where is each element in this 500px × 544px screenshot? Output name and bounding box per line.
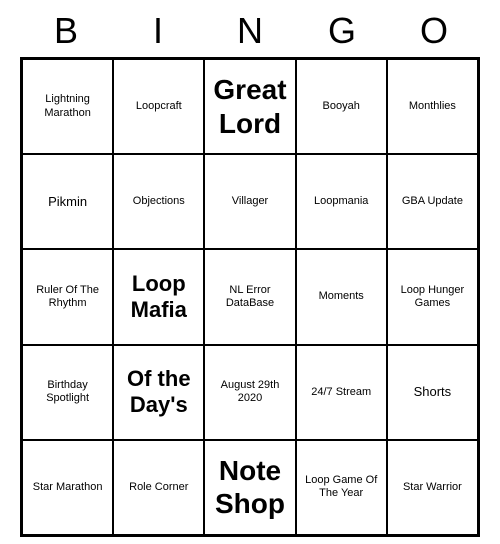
bingo-cell-7: Villager bbox=[204, 154, 295, 249]
bingo-cell-0: Lightning Marathon bbox=[22, 59, 113, 154]
cell-text-23: Loop Game Of The Year bbox=[301, 474, 382, 500]
bingo-letter-g: G bbox=[302, 10, 382, 52]
cell-text-24: Star Warrior bbox=[403, 481, 462, 494]
bingo-grid: Lightning Marathon Loopcraft Great Lord Boo… bbox=[20, 57, 480, 537]
cell-text-5: Pikmin bbox=[48, 194, 87, 210]
bingo-cell-9: GBA Update bbox=[387, 154, 478, 249]
bingo-cell-15: Birthday Spotlight bbox=[22, 345, 113, 440]
bingo-cell-20: Star Marathon bbox=[22, 440, 113, 535]
bingo-cell-18: 24/7 Stream bbox=[296, 345, 387, 440]
bingo-cell-14: Loop Hunger Games bbox=[387, 249, 478, 344]
cell-text-7: Villager bbox=[232, 195, 269, 208]
bingo-letter-o: O bbox=[394, 10, 474, 52]
cell-text-15: Birthday Spotlight bbox=[27, 379, 108, 405]
bingo-letter-b: B bbox=[26, 10, 106, 52]
bingo-cell-4: Monthlies bbox=[387, 59, 478, 154]
bingo-cell-24: Star Warrior bbox=[387, 440, 478, 535]
cell-text-4: Monthlies bbox=[409, 100, 456, 113]
cell-text-0: Lightning Marathon bbox=[27, 93, 108, 119]
bingo-cell-3: Booyah bbox=[296, 59, 387, 154]
cell-text-6: Objections bbox=[133, 195, 185, 208]
cell-text-11: Loop Mafia bbox=[118, 271, 199, 324]
bingo-cell-16: Of the Day's bbox=[113, 345, 204, 440]
bingo-cell-8: Loopmania bbox=[296, 154, 387, 249]
bingo-cell-23: Loop Game Of The Year bbox=[296, 440, 387, 535]
bingo-header: BINGO bbox=[20, 0, 480, 57]
bingo-cell-21: Role Corner bbox=[113, 440, 204, 535]
cell-text-12: NL Error DataBase bbox=[209, 284, 290, 310]
cell-text-2: Great Lord bbox=[209, 73, 290, 140]
bingo-cell-17: August 29th 2020 bbox=[204, 345, 295, 440]
bingo-cell-1: Loopcraft bbox=[113, 59, 204, 154]
cell-text-20: Star Marathon bbox=[33, 481, 103, 494]
cell-text-3: Booyah bbox=[323, 100, 360, 113]
bingo-cell-10: Ruler Of The Rhythm bbox=[22, 249, 113, 344]
bingo-cell-2: Great Lord bbox=[204, 59, 295, 154]
bingo-cell-11: Loop Mafia bbox=[113, 249, 204, 344]
bingo-letter-i: I bbox=[118, 10, 198, 52]
cell-text-13: Moments bbox=[319, 290, 364, 303]
cell-text-17: August 29th 2020 bbox=[209, 379, 290, 405]
bingo-cell-19: Shorts bbox=[387, 345, 478, 440]
cell-text-14: Loop Hunger Games bbox=[392, 284, 473, 310]
bingo-cell-5: Pikmin bbox=[22, 154, 113, 249]
cell-text-22: Note Shop bbox=[209, 454, 290, 521]
cell-text-16: Of the Day's bbox=[118, 366, 199, 419]
bingo-cell-12: NL Error DataBase bbox=[204, 249, 295, 344]
cell-text-19: Shorts bbox=[414, 384, 452, 400]
cell-text-8: Loopmania bbox=[314, 195, 368, 208]
bingo-cell-13: Moments bbox=[296, 249, 387, 344]
bingo-cell-22: Note Shop bbox=[204, 440, 295, 535]
cell-text-10: Ruler Of The Rhythm bbox=[27, 284, 108, 310]
bingo-letter-n: N bbox=[210, 10, 290, 52]
cell-text-18: 24/7 Stream bbox=[311, 386, 371, 399]
cell-text-1: Loopcraft bbox=[136, 100, 182, 113]
cell-text-9: GBA Update bbox=[402, 195, 463, 208]
cell-text-21: Role Corner bbox=[129, 481, 188, 494]
bingo-cell-6: Objections bbox=[113, 154, 204, 249]
